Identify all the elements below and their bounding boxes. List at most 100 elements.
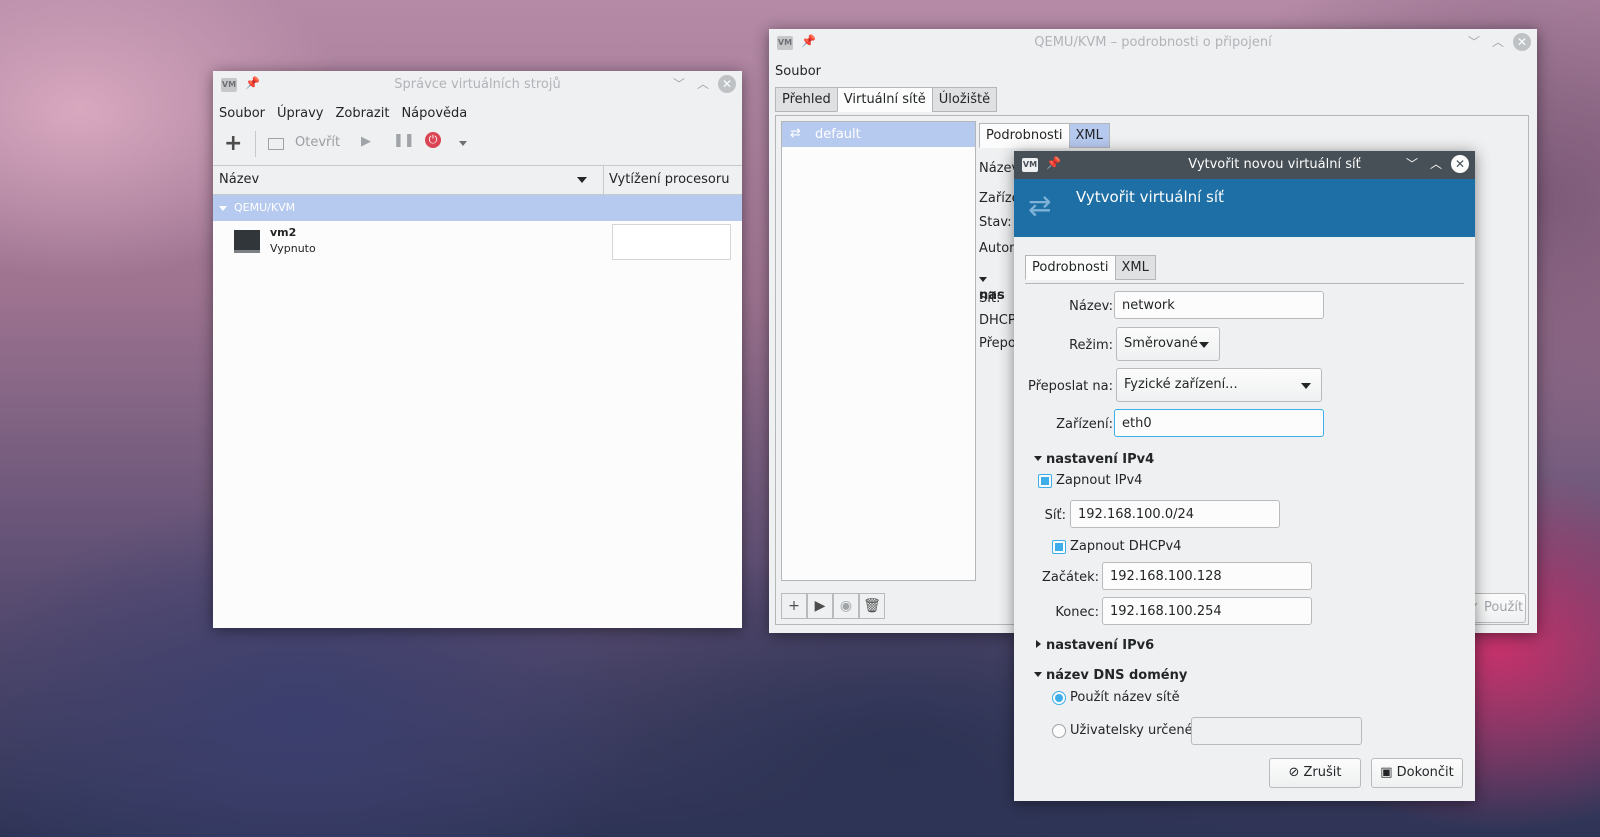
- vm-status: Vypnuto: [270, 242, 316, 255]
- vm-list: Název Vytížení procesoru QEMU/KVM vm2 Vy…: [213, 165, 742, 628]
- dns-section-toggle[interactable]: název DNS domény: [1034, 668, 1187, 683]
- chevron-down-icon: [1199, 342, 1209, 348]
- net-input[interactable]: [1070, 500, 1280, 528]
- group-label: QEMU/KVM: [234, 201, 296, 214]
- detail-label-net: Síť:: [979, 291, 1001, 306]
- tab-xml[interactable]: XML: [1068, 123, 1110, 148]
- mode-label: Režim:: [1069, 338, 1113, 353]
- column-separator: [603, 166, 604, 194]
- maximize-icon[interactable]: ︿: [1427, 155, 1445, 173]
- power-icon[interactable]: ⏻: [425, 132, 441, 148]
- stop-network-button[interactable]: ◉: [833, 593, 859, 619]
- device-label: Zařízení:: [1056, 417, 1113, 432]
- name-label: Název:: [1069, 299, 1113, 314]
- start-input[interactable]: [1102, 562, 1312, 590]
- close-icon[interactable]: ✕: [718, 75, 736, 93]
- chevron-down-icon: [1301, 383, 1311, 389]
- name-input[interactable]: [1114, 291, 1324, 319]
- chevron-down-icon[interactable]: [459, 141, 467, 146]
- dialog-header-title: Vytvořit virtuální síť: [1076, 188, 1224, 206]
- vm-name: vm2: [270, 226, 297, 239]
- dialog-titlebar[interactable]: VM 📌 Vytvořit novou virtuální síť ﹀ ︿ ✕: [1014, 151, 1475, 179]
- network-list: ⇄ default: [781, 121, 976, 581]
- cpu-graph: [612, 224, 731, 260]
- minimize-icon[interactable]: ﹀: [670, 75, 688, 93]
- virt-manager-logo-icon: VM: [1022, 158, 1038, 172]
- menu-napoveda[interactable]: Nápověda: [401, 106, 467, 121]
- pause-icon[interactable]: ❚❚: [393, 133, 415, 148]
- close-icon[interactable]: ✕: [1513, 33, 1531, 51]
- mode-select[interactable]: Směrované: [1116, 327, 1220, 361]
- vm-screen-icon: [234, 230, 260, 253]
- menu-upravy[interactable]: Úpravy: [277, 106, 323, 121]
- sort-arrow-icon: [577, 177, 587, 183]
- column-cpu[interactable]: Vytížení procesoru: [609, 172, 729, 187]
- end-label: Konec:: [1055, 605, 1099, 620]
- network-arrows-icon: ⇄: [1028, 189, 1052, 222]
- menu-zobrazit[interactable]: Zobrazit: [335, 106, 389, 121]
- dns-custom-input[interactable]: [1191, 717, 1362, 745]
- ipv4-section-toggle[interactable]: nastavení IPv4: [1034, 452, 1154, 467]
- start-label: Začátek:: [1042, 570, 1099, 585]
- expand-icon[interactable]: [219, 206, 227, 211]
- network-icon: ⇄: [790, 126, 801, 141]
- finish-button[interactable]: ▣ Dokončit: [1371, 758, 1463, 788]
- vm-manager-window: VM 📌 Správce virtuálních strojů ﹀ ︿ ✕ So…: [213, 71, 742, 628]
- dns-custom-radio[interactable]: [1052, 724, 1066, 738]
- close-icon[interactable]: ✕: [1451, 155, 1469, 173]
- network-item-default[interactable]: ⇄ default: [782, 122, 975, 147]
- expander-icon: [1036, 640, 1041, 648]
- toolbar: + Otevřít ▶ ❚❚ ⏻: [213, 129, 742, 159]
- menubar: Soubor Úpravy Zobrazit Nápověda: [213, 99, 742, 127]
- vm-row[interactable]: vm2 Vypnuto: [213, 222, 742, 262]
- start-network-button[interactable]: ▶: [807, 593, 833, 619]
- end-input[interactable]: [1102, 597, 1312, 625]
- tab-xml[interactable]: XML: [1114, 255, 1156, 280]
- add-network-button[interactable]: +: [781, 593, 807, 619]
- dns-use-network-label: Použít název sítě: [1070, 690, 1180, 705]
- net-label: Síť:: [1044, 508, 1066, 523]
- pin-icon[interactable]: 📌: [801, 34, 816, 48]
- connection-titlebar[interactable]: VM 📌 QEMU/KVM – podrobnosti o připojení …: [769, 29, 1537, 57]
- new-vm-icon[interactable]: +: [224, 131, 242, 156]
- apply-button[interactable]: ✓ Použít: [1466, 593, 1526, 623]
- virt-manager-logo-icon: VM: [777, 36, 793, 50]
- delete-network-button[interactable]: 🗑: [859, 593, 885, 619]
- tab-virtualni-site[interactable]: Virtuální sítě: [836, 87, 933, 112]
- tab-prehled[interactable]: Přehled: [775, 87, 838, 112]
- enable-dhcp-checkbox[interactable]: [1052, 540, 1066, 554]
- dialog-header: ⇄ Vytvořit virtuální síť: [1014, 179, 1475, 237]
- maximize-icon[interactable]: ︿: [1489, 33, 1507, 51]
- forward-select[interactable]: Fyzické zařízení...: [1116, 368, 1322, 402]
- column-name[interactable]: Název: [219, 172, 259, 187]
- open-button[interactable]: Otevřít: [295, 135, 340, 150]
- virt-manager-logo-icon: VM: [221, 78, 237, 92]
- maximize-icon[interactable]: ︿: [694, 75, 712, 93]
- vm-manager-titlebar[interactable]: VM 📌 Správce virtuálních strojů ﹀ ︿ ✕: [213, 71, 742, 99]
- menu-soubor[interactable]: Soubor: [219, 106, 265, 121]
- minimize-icon[interactable]: ﹀: [1465, 33, 1483, 51]
- menu-soubor[interactable]: Soubor: [775, 64, 821, 79]
- monitor-icon: [268, 138, 284, 150]
- expander-icon: [1034, 672, 1042, 677]
- dns-use-network-radio[interactable]: [1052, 691, 1066, 705]
- cancel-button[interactable]: ⊘ Zrušit: [1269, 758, 1361, 788]
- enable-ipv4-checkbox[interactable]: [1038, 474, 1052, 488]
- finish-icon: ▣: [1380, 765, 1393, 780]
- tab-podrobnosti[interactable]: Podrobnosti: [1025, 255, 1116, 280]
- group-row[interactable]: QEMU/KVM: [213, 195, 742, 221]
- play-icon[interactable]: ▶: [361, 134, 371, 149]
- device-input[interactable]: [1114, 409, 1324, 437]
- tab-podrobnosti[interactable]: Podrobnosti: [979, 123, 1070, 148]
- pin-icon[interactable]: 📌: [1046, 156, 1061, 170]
- minimize-icon[interactable]: ﹀: [1403, 155, 1421, 173]
- network-item-label: default: [815, 127, 861, 142]
- main-tabs: Přehled Virtuální sítě Úložiště: [775, 87, 998, 112]
- cancel-icon: ⊘: [1288, 765, 1300, 780]
- forward-label: Přeposlat na:: [1027, 379, 1113, 394]
- tab-uloziste[interactable]: Úložiště: [931, 87, 998, 112]
- list-header: Název Vytížení procesoru: [213, 166, 742, 195]
- pin-icon[interactable]: 📌: [245, 76, 260, 90]
- enable-dhcp-label: Zapnout DHCPv4: [1070, 539, 1182, 554]
- ipv6-section-toggle[interactable]: nastavení IPv6: [1036, 638, 1154, 653]
